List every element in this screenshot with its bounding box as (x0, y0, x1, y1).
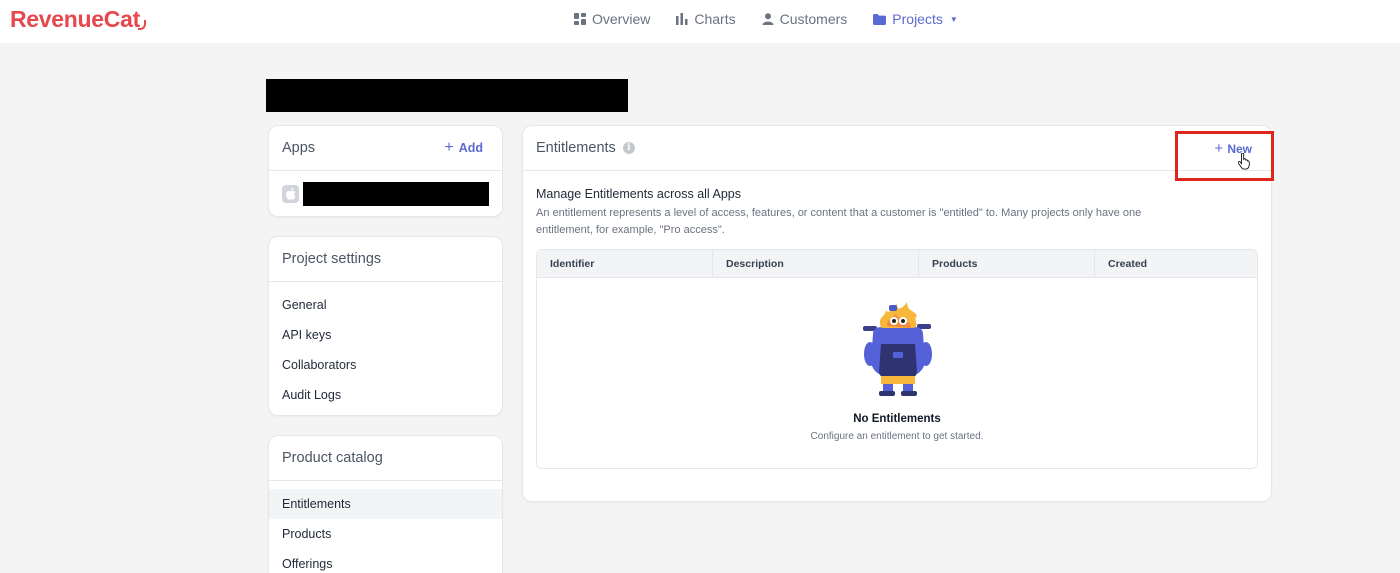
add-app-button[interactable]: + Add (444, 140, 483, 156)
nav-projects-label: Projects (892, 11, 943, 27)
entitlements-description: Manage Entitlements across all Apps An e… (523, 171, 1271, 239)
entitlements-title: Entitlements (536, 140, 616, 156)
nav-overview-label: Overview (592, 11, 651, 27)
product-catalog-list: Entitlements Products Offerings (269, 481, 502, 573)
nav-charts-label: Charts (694, 11, 736, 27)
product-catalog-title: Product catalog (282, 450, 383, 466)
entitlements-subtext: An entitlement represents a level of acc… (536, 207, 1142, 236)
column-header-description[interactable]: Description (713, 250, 919, 277)
project-settings-title: Project settings (282, 251, 382, 267)
info-icon[interactable]: i (622, 142, 635, 154)
menu-item-general[interactable]: General (269, 290, 502, 320)
redacted-project-title (266, 79, 628, 112)
apps-card-header: Apps + Add (269, 126, 502, 171)
logo-tail-icon (137, 20, 146, 30)
menu-item-entitlements[interactable]: Entitlements (269, 489, 502, 519)
nav-overview[interactable]: Overview (574, 11, 650, 27)
product-catalog-header: Product catalog (269, 436, 502, 481)
column-header-identifier[interactable]: Identifier (537, 250, 713, 277)
entitlements-table: Identifier Description Products Created (536, 249, 1258, 469)
grid-icon (574, 13, 586, 25)
menu-item-audit-logs[interactable]: Audit Logs (269, 380, 502, 410)
nav-projects[interactable]: Projects ▼ (873, 11, 958, 27)
entitlements-lead: Manage Entitlements across all Apps (536, 187, 741, 201)
mascot-illustration-icon (863, 302, 932, 396)
logo-text: RevenueCat (10, 6, 140, 32)
plus-icon: + (1214, 140, 1224, 157)
nav-customers-label: Customers (779, 11, 848, 27)
redacted-app-name (303, 181, 489, 206)
hand-pointer-cursor-icon (1238, 153, 1250, 170)
menu-item-offerings[interactable]: Offerings (269, 549, 502, 573)
main-nav: Overview Charts Customers Projects ▼ (574, 11, 958, 27)
top-navigation-bar: RevenueCat Overview Charts Customers Pro… (0, 0, 1400, 43)
column-header-products[interactable]: Products (919, 250, 1095, 277)
menu-item-api-keys[interactable]: API keys (269, 320, 502, 350)
plus-icon: + (444, 139, 454, 156)
nav-customers[interactable]: Customers (762, 11, 848, 27)
person-icon (762, 13, 774, 25)
apple-icon (282, 184, 300, 203)
revenuecat-logo[interactable]: RevenueCat (10, 6, 148, 33)
menu-item-products[interactable]: Products (269, 519, 502, 549)
table-header: Identifier Description Products Created (537, 250, 1257, 278)
product-catalog-card: Product catalog Entitlements Products Of… (268, 435, 503, 573)
project-settings-card: Project settings General API keys Collab… (268, 236, 503, 416)
project-settings-header: Project settings (269, 237, 502, 282)
app-row[interactable] (269, 171, 502, 216)
entitlements-header: Entitlements i (523, 126, 1271, 171)
add-app-label: Add (458, 141, 483, 155)
new-button-highlight (1175, 131, 1274, 181)
apps-card: Apps + Add (268, 125, 503, 217)
column-header-created[interactable]: Created (1095, 250, 1257, 277)
nav-charts[interactable]: Charts (676, 11, 736, 27)
empty-state: No Entitlements Configure an entitlement… (537, 278, 1257, 468)
bar-chart-icon (676, 13, 688, 25)
empty-state-subtitle: Configure an entitlement to get started. (810, 431, 984, 442)
empty-state-title: No Entitlements (853, 413, 941, 425)
project-settings-list: General API keys Collaborators Audit Log… (269, 282, 502, 418)
folder-icon (873, 13, 887, 25)
chevron-down-icon: ▼ (949, 14, 958, 24)
menu-item-collaborators[interactable]: Collaborators (269, 350, 502, 380)
entitlements-card: Entitlements i + New Manage Entitlements… (522, 125, 1274, 502)
apps-title: Apps (282, 140, 316, 156)
